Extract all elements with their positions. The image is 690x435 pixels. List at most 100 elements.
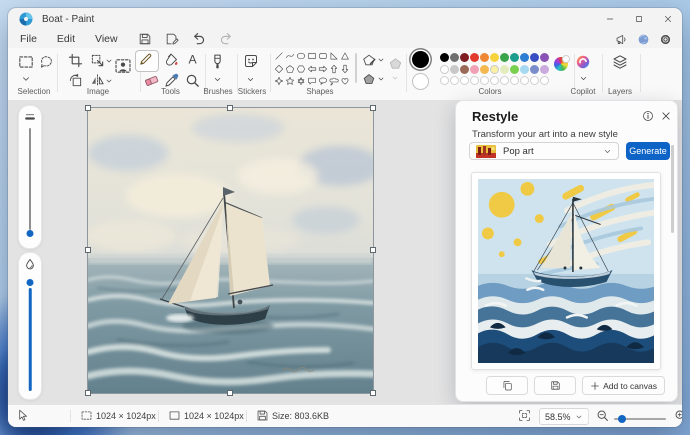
free-form-select-icon[interactable]: [39, 54, 54, 69]
empty-color-slot[interactable]: [510, 76, 519, 85]
color-swatch[interactable]: [460, 53, 469, 62]
rounded-rectangle-shape-icon[interactable]: [318, 51, 328, 61]
rotate-icon[interactable]: [68, 73, 83, 88]
zoom-in-icon[interactable]: [674, 409, 682, 422]
arrow-right-shape-icon[interactable]: [318, 64, 328, 74]
empty-color-slot[interactable]: [440, 76, 449, 85]
canvas-artwork[interactable]: [88, 108, 373, 393]
copy-result-button[interactable]: [486, 376, 528, 395]
arrow-up-shape-icon[interactable]: [329, 64, 339, 74]
color-swatch[interactable]: [480, 65, 489, 74]
empty-color-slot[interactable]: [470, 76, 479, 85]
color-swatch[interactable]: [440, 65, 449, 74]
right-triangle-shape-icon[interactable]: [329, 51, 339, 61]
save-as-icon[interactable]: [165, 32, 179, 46]
hexagon-shape-icon[interactable]: [296, 64, 306, 74]
settings-icon[interactable]: [659, 33, 672, 46]
triangle-shape-icon[interactable]: [340, 51, 350, 61]
size-slider-track[interactable]: [29, 128, 31, 230]
color-swatch[interactable]: [450, 65, 459, 74]
zoom-out-icon[interactable]: [596, 409, 609, 422]
oval-speech-bubble-shape-icon[interactable]: [318, 76, 328, 86]
color-swatch[interactable]: [510, 53, 519, 62]
rectangle-shape-icon[interactable]: [307, 51, 317, 61]
menu-file[interactable]: File: [10, 32, 47, 46]
empty-color-slot[interactable]: [540, 76, 549, 85]
chevron-down-icon[interactable]: [579, 74, 588, 83]
account-icon[interactable]: [637, 33, 650, 46]
size-slider-handle[interactable]: [27, 230, 34, 237]
selection-handle[interactable]: [227, 390, 233, 396]
color-swatch[interactable]: [500, 65, 509, 74]
chevron-down-icon[interactable]: [377, 75, 385, 83]
crop-icon[interactable]: [68, 53, 83, 68]
six-point-star-shape-icon[interactable]: [296, 76, 306, 86]
heart-shape-icon[interactable]: [340, 76, 350, 86]
line-shape-icon[interactable]: [274, 51, 284, 61]
five-point-star-shape-icon[interactable]: [285, 76, 295, 86]
pencil-icon[interactable]: [138, 52, 153, 67]
color-swatch[interactable]: [470, 65, 479, 74]
resize-icon[interactable]: [90, 53, 105, 68]
oval-shape-icon[interactable]: [296, 51, 306, 61]
empty-color-slot[interactable]: [500, 76, 509, 85]
color-swatch[interactable]: [480, 53, 489, 62]
chevron-down-icon[interactable]: [105, 77, 113, 85]
feedback-icon[interactable]: [615, 33, 628, 46]
color-picker-icon[interactable]: [164, 73, 179, 88]
color-swatch[interactable]: [440, 53, 449, 62]
minimize-button[interactable]: [595, 8, 624, 30]
empty-color-slot[interactable]: [450, 76, 459, 85]
redo-icon[interactable]: [219, 32, 233, 46]
selection-handle[interactable]: [370, 247, 376, 253]
primary-color-swatch[interactable]: [412, 51, 429, 68]
chevron-down-icon[interactable]: [246, 75, 255, 84]
color-swatch[interactable]: [540, 65, 549, 74]
save-icon[interactable]: [138, 32, 152, 46]
empty-color-slot[interactable]: [460, 76, 469, 85]
empty-color-slot[interactable]: [520, 76, 529, 85]
add-to-canvas-button[interactable]: Add to canvas: [582, 376, 665, 395]
selection-handle[interactable]: [370, 105, 376, 111]
layers-icon[interactable]: [612, 54, 628, 70]
empty-color-slot[interactable]: [490, 76, 499, 85]
color-swatch[interactable]: [470, 53, 479, 62]
empty-color-slot[interactable]: [480, 76, 489, 85]
pentagon-shape-icon[interactable]: [285, 64, 295, 74]
fit-to-screen-icon[interactable]: [518, 409, 531, 422]
selection-handle[interactable]: [85, 105, 91, 111]
secondary-color-swatch[interactable]: [412, 73, 429, 90]
flip-icon[interactable]: [90, 73, 105, 88]
close-icon[interactable]: [660, 110, 672, 122]
color-swatch[interactable]: [500, 53, 509, 62]
four-point-star-shape-icon[interactable]: [274, 76, 284, 86]
brush-icon[interactable]: [209, 53, 226, 70]
fill-icon[interactable]: [164, 52, 179, 67]
zoom-slider-handle[interactable]: [618, 415, 626, 423]
close-button[interactable]: [653, 8, 682, 30]
menu-edit[interactable]: Edit: [47, 32, 85, 46]
copilot-icon[interactable]: [575, 54, 591, 70]
color-swatch[interactable]: [490, 53, 499, 62]
chevron-down-icon[interactable]: [105, 57, 113, 65]
opacity-slider-handle[interactable]: [27, 279, 34, 286]
color-swatch[interactable]: [520, 53, 529, 62]
color-swatch[interactable]: [540, 53, 549, 62]
style-dropdown[interactable]: Pop art: [469, 142, 619, 160]
save-result-button[interactable]: [534, 376, 576, 395]
selection-handle[interactable]: [227, 105, 233, 111]
chevron-down-icon[interactable]: [213, 75, 222, 84]
eraser-icon[interactable]: [144, 73, 159, 88]
zoom-level-dropdown[interactable]: 58.5%: [539, 408, 589, 425]
remove-background-icon[interactable]: [114, 57, 132, 75]
undo-icon[interactable]: [192, 32, 206, 46]
text-icon[interactable]: A: [185, 52, 200, 67]
shape-outline-icon[interactable]: [362, 53, 376, 67]
shapes-scrollbar[interactable]: [355, 53, 357, 83]
magnifier-icon[interactable]: [185, 73, 200, 88]
cloud-speech-bubble-shape-icon[interactable]: [329, 76, 339, 86]
selection-handle[interactable]: [85, 247, 91, 253]
arrow-down-shape-icon[interactable]: [340, 64, 350, 74]
panel-scrollbar[interactable]: [671, 145, 674, 233]
sticker-icon[interactable]: [243, 53, 259, 69]
